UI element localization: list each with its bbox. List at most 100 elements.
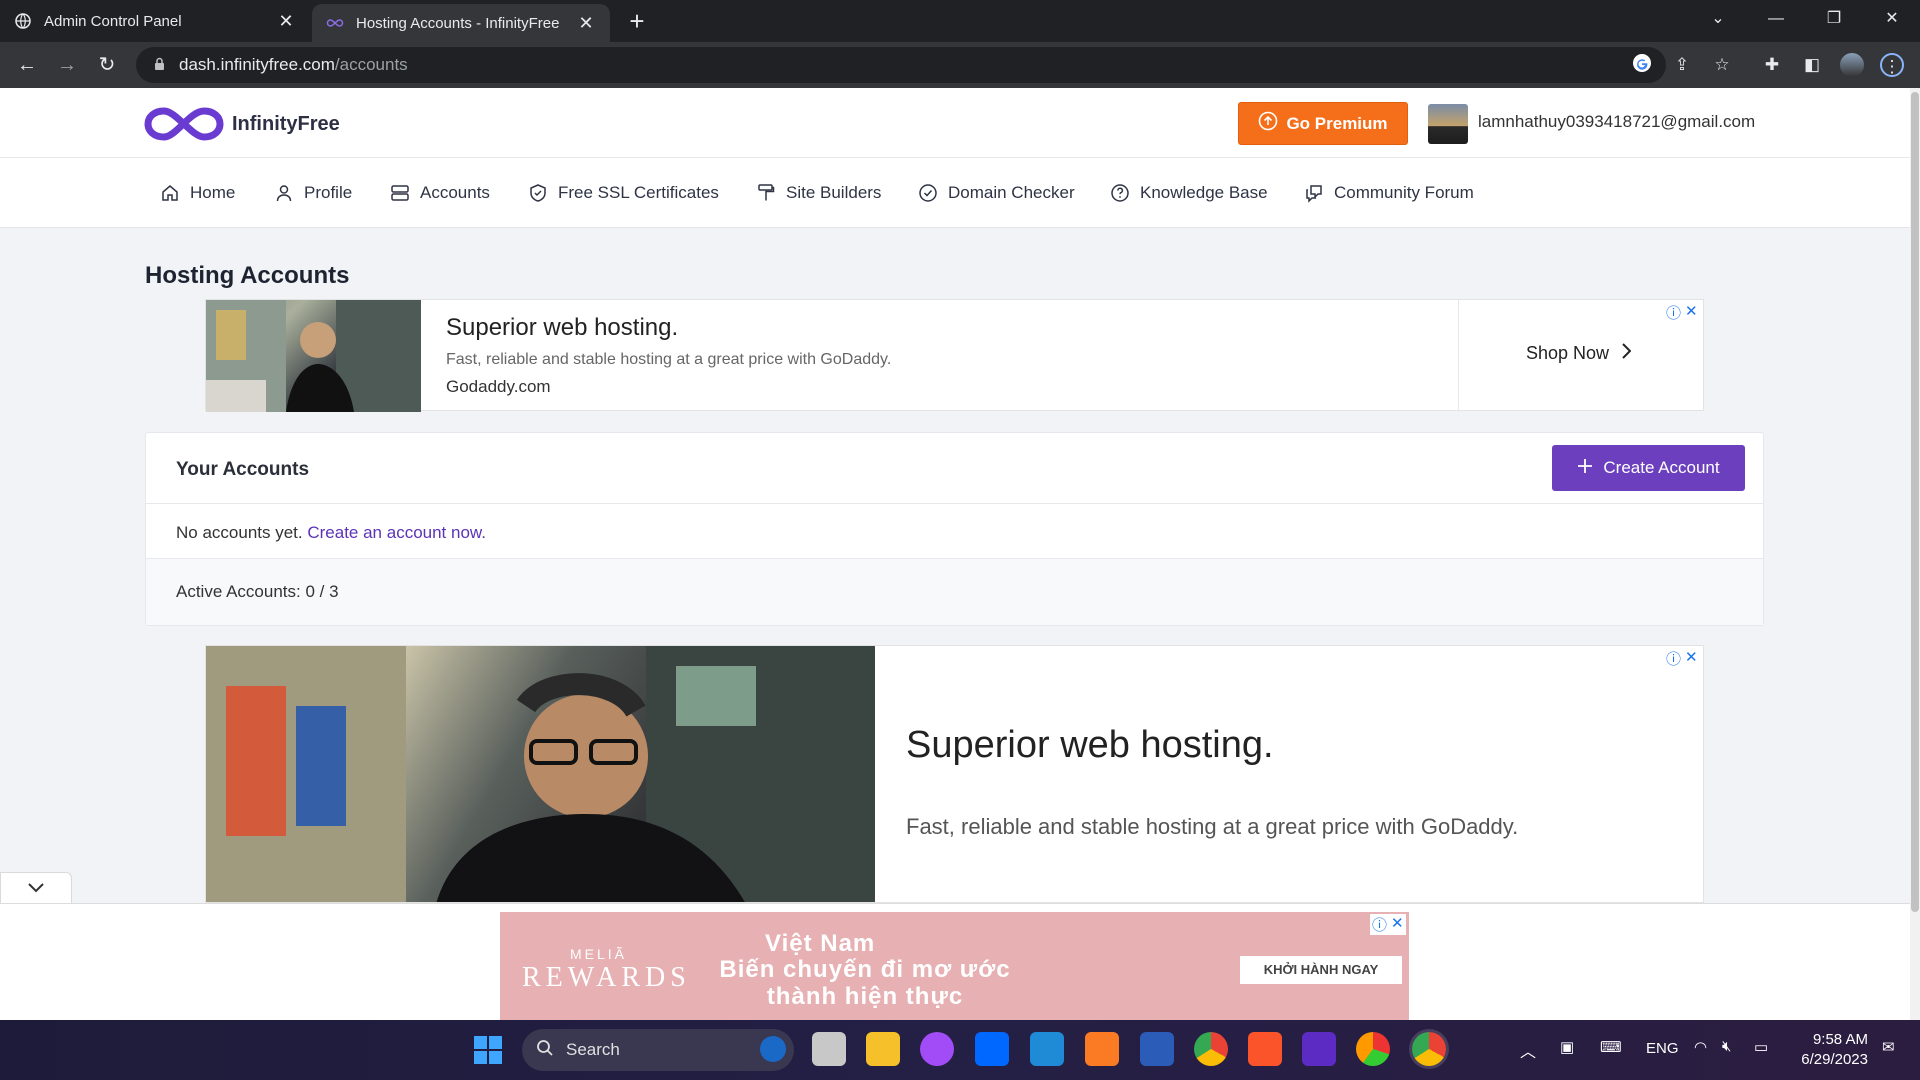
- taskbar-search[interactable]: Search: [522, 1029, 794, 1071]
- go-premium-label: Go Premium: [1286, 113, 1388, 133]
- melia-rewards-ad[interactable]: MELIÃ REWARDS Việt Nam Biến chuyến đi mơ…: [500, 912, 1409, 1022]
- main-navigation: Home Profile Accounts Free SSL Certifica…: [0, 158, 1910, 228]
- ad-info-icon[interactable]: ⓘ: [1666, 648, 1681, 669]
- check-circle-icon: [919, 184, 937, 202]
- taskbar-clock[interactable]: 9:58 AM 6/29/2023: [1790, 1030, 1868, 1070]
- wifi-icon[interactable]: ◠: [1694, 1038, 1707, 1056]
- menu-kebab-icon[interactable]: ⋮: [1880, 53, 1904, 77]
- ad-choices[interactable]: ⓘ ✕: [1666, 302, 1698, 323]
- godaddy-large-ad[interactable]: Superior web hosting. Fast, reliable and…: [205, 645, 1704, 903]
- collapse-ad-button[interactable]: [0, 872, 72, 904]
- page-title: Hosting Accounts: [145, 262, 350, 289]
- ad-photo[interactable]: [206, 300, 421, 412]
- ad-brand-top: MELIÃ: [570, 946, 628, 962]
- nav-free-ssl[interactable]: Free SSL Certificates: [528, 158, 719, 228]
- address-bar[interactable]: dash.infinityfree.com/accounts: [136, 47, 1666, 83]
- url-path: /accounts: [334, 55, 408, 74]
- extensions-puzzle-icon[interactable]: ✚: [1760, 53, 1784, 77]
- tray-app-icon[interactable]: ▣: [1560, 1038, 1574, 1056]
- google-icon[interactable]: [1630, 53, 1654, 77]
- word-icon[interactable]: [1140, 1032, 1174, 1066]
- language-indicator[interactable]: ENG: [1646, 1040, 1679, 1057]
- forward-button[interactable]: →: [52, 50, 82, 80]
- nav-label: Accounts: [420, 183, 490, 202]
- share-icon[interactable]: ⇪: [1670, 53, 1694, 77]
- profile-avatar-icon[interactable]: [1840, 53, 1864, 77]
- task-view-icon[interactable]: [812, 1032, 846, 1066]
- tab-hosting-accounts[interactable]: Hosting Accounts - InfinityFree ✕: [312, 4, 610, 42]
- browser-toolbar: ← → ↻ dash.infinityfree.com/accounts ⇪ ☆…: [0, 42, 1920, 88]
- messenger-icon[interactable]: [920, 1032, 954, 1066]
- nav-home[interactable]: Home: [160, 158, 235, 228]
- create-account-link[interactable]: Create an account now.: [307, 523, 486, 542]
- brave-icon[interactable]: [1248, 1032, 1282, 1066]
- keyboard-icon[interactable]: ⌨: [1600, 1038, 1622, 1056]
- nav-accounts[interactable]: Accounts: [390, 158, 490, 228]
- windows-start-icon[interactable]: [474, 1036, 502, 1064]
- site-header: InfinityFree Go Premium lamnhathuy039341…: [0, 88, 1910, 158]
- card-footer: Active Accounts: 0 / 3: [146, 558, 1763, 625]
- file-explorer-icon[interactable]: [866, 1032, 900, 1066]
- create-account-button[interactable]: Create Account: [1552, 445, 1745, 491]
- ad-description: Fast, reliable and stable hosting at a g…: [906, 814, 1519, 839]
- zalo-icon[interactable]: [975, 1032, 1009, 1066]
- ad-photo[interactable]: [206, 646, 875, 902]
- ad-headline[interactable]: Superior web hosting.: [906, 724, 1274, 767]
- ad-close-icon[interactable]: ✕: [1391, 914, 1404, 935]
- ad-choices[interactable]: ⓘ ✕: [1370, 914, 1406, 935]
- close-window-button[interactable]: ✕: [1864, 0, 1920, 38]
- nav-knowledge-base[interactable]: Knowledge Base: [1110, 158, 1268, 228]
- side-panel-icon[interactable]: ◧: [1800, 53, 1824, 77]
- shop-now-button[interactable]: Shop Now: [1526, 343, 1632, 364]
- ad-info-icon[interactable]: ⓘ: [1666, 302, 1681, 323]
- card-title: Your Accounts: [176, 459, 310, 480]
- godaddy-banner-ad[interactable]: Superior web hosting. Fast, reliable and…: [205, 299, 1704, 412]
- ad-close-icon[interactable]: ✕: [1685, 648, 1698, 669]
- app-icon[interactable]: [1356, 1032, 1390, 1066]
- back-button[interactable]: ←: [12, 50, 42, 80]
- xampp-icon[interactable]: [1085, 1032, 1119, 1066]
- battery-icon[interactable]: ▭: [1754, 1038, 1768, 1056]
- user-avatar[interactable]: [1428, 104, 1468, 144]
- windows-taskbar: Search ︿ ▣ ⌨ ENG ◠ 🔇︎ ▭ 9:58 AM 6/29/202…: [0, 1020, 1920, 1080]
- nav-profile[interactable]: Profile: [274, 158, 352, 228]
- close-tab-icon[interactable]: ✕: [576, 13, 596, 34]
- nav-site-builders[interactable]: Site Builders: [756, 158, 881, 228]
- ad-close-icon[interactable]: ✕: [1685, 302, 1698, 323]
- bing-icon[interactable]: [760, 1036, 786, 1062]
- empty-state-message: No accounts yet.: [176, 523, 303, 542]
- active-accounts-count: Active Accounts: 0 / 3: [176, 582, 339, 601]
- notification-icon[interactable]: ✉: [1882, 1038, 1895, 1056]
- vscode-icon[interactable]: [1030, 1032, 1064, 1066]
- ad-headline[interactable]: Superior web hosting.: [446, 314, 678, 342]
- nav-community-forum[interactable]: Community Forum: [1304, 158, 1474, 228]
- chevron-down-icon: [27, 877, 45, 899]
- tab-admin-control-panel[interactable]: Admin Control Panel ✕: [0, 0, 310, 42]
- go-premium-button[interactable]: Go Premium: [1238, 102, 1408, 145]
- restore-button[interactable]: ❐: [1806, 0, 1862, 38]
- ad-domain[interactable]: Godaddy.com: [446, 377, 551, 397]
- user-email[interactable]: lamnhathuy0393418721@gmail.com: [1478, 112, 1755, 132]
- bookmark-star-icon[interactable]: ☆: [1710, 53, 1734, 77]
- tray-chevron-up-icon[interactable]: ︿: [1520, 1038, 1536, 1062]
- close-tab-icon[interactable]: ✕: [276, 11, 296, 32]
- ad-info-icon[interactable]: ⓘ: [1372, 914, 1387, 935]
- ad-cta-button[interactable]: KHỞI HÀNH NGAY: [1240, 956, 1402, 984]
- volume-muted-icon[interactable]: 🔇︎: [1722, 1038, 1731, 1055]
- nav-domain-checker[interactable]: Domain Checker: [918, 158, 1075, 228]
- anchor-ad-bar: MELIÃ REWARDS Việt Nam Biến chuyến đi mơ…: [0, 903, 1910, 1022]
- chrome-icon[interactable]: [1194, 1032, 1228, 1066]
- lock-icon: [154, 57, 165, 74]
- tab-title: Admin Control Panel: [44, 12, 182, 30]
- scrollbar-thumb[interactable]: [1911, 92, 1919, 912]
- tab-title: Hosting Accounts - InfinityFree: [356, 14, 560, 32]
- new-tab-button[interactable]: +: [622, 6, 652, 36]
- app-icon[interactable]: [1302, 1032, 1336, 1066]
- ad-choices[interactable]: ⓘ ✕: [1666, 648, 1698, 669]
- infinityfree-logo[interactable]: InfinityFree: [144, 103, 340, 145]
- infinity-logo-icon: [144, 107, 224, 141]
- tab-search-chevron-icon[interactable]: ⌄: [1690, 0, 1746, 38]
- chrome-profile-icon[interactable]: [1412, 1032, 1446, 1066]
- minimize-button[interactable]: —: [1748, 0, 1804, 38]
- reload-button[interactable]: ↻: [92, 50, 122, 80]
